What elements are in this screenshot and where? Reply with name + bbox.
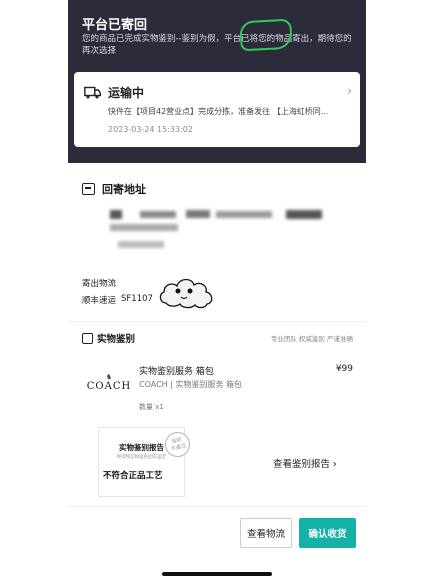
coach-logo-text: COACH — [86, 381, 132, 392]
appraisal-report-thumbnail[interactable]: 实物鉴别报告 经得物实物鉴别团队鉴定 不符合正品工艺 鉴别 不通过 — [98, 427, 193, 497]
product-price: ¥99 — [335, 364, 353, 374]
shipping-detail: 快件在【项目42营业点】完成分拣，准备发往 【上海虹桥同... — [108, 107, 329, 116]
cloud-sticker-icon — [159, 278, 213, 309]
handwritten-circle-annotation — [239, 18, 293, 52]
shipping-time: 2023-03-24 15:33:02 — [108, 125, 193, 134]
censored-address — [110, 224, 178, 231]
shipping-card[interactable]: 运输中 › 快件在【项目42营业点】完成分拣，准备发往 【上海虹桥同... 20… — [74, 72, 360, 147]
view-report-link[interactable]: 查看鉴别报告 › — [273, 456, 337, 470]
shipping-status: 运输中 — [108, 86, 145, 100]
censored-address — [118, 241, 164, 248]
product-quantity: 数量 x1 — [139, 403, 164, 411]
logistics-tracking-number[interactable]: SF1107 — [121, 294, 153, 304]
censored-address — [186, 210, 210, 218]
product-subtitle: COACH | 实物鉴别服务 箱包 — [139, 380, 242, 389]
view-report-label: 查看鉴别报告 — [273, 459, 331, 470]
home-indicator[interactable] — [162, 572, 272, 576]
return-address-title: 回寄地址 — [102, 183, 146, 196]
chevron-right-icon: › — [333, 459, 337, 470]
truck-icon — [84, 86, 101, 99]
appraisal-icon — [82, 333, 93, 344]
appraisal-tags: 专业团队 权威鉴别 严谨准确 — [270, 335, 353, 343]
censored-address — [110, 210, 122, 219]
censored-address — [286, 210, 322, 219]
confirm-receipt-button[interactable]: 确认收货 — [299, 518, 356, 548]
logistics-label: 寄出物流 — [82, 279, 117, 289]
product-name: 实物鉴别服务 箱包 — [139, 367, 214, 377]
section-divider — [68, 321, 366, 322]
censored-address — [140, 211, 176, 218]
report-verdict: 不符合正品工艺 — [103, 471, 163, 481]
view-logistics-button[interactable]: 查看物流 — [240, 518, 292, 548]
chevron-right-icon: › — [347, 84, 352, 98]
appraisal-title: 实物鉴别 — [97, 334, 136, 345]
coach-horse-carriage-icon: ♞ — [105, 373, 113, 381]
status-description: 您的商品已完成实物鉴别--鉴别为假，平台已将您的物品寄出，期待您的再次选择 — [82, 34, 352, 56]
section-divider — [68, 506, 366, 507]
status-header: 平台已寄回 您的商品已完成实物鉴别--鉴别为假，平台已将您的物品寄出，期待您的再… — [68, 0, 366, 163]
logistics-carrier: 顺丰速运 — [82, 296, 117, 306]
return-address-icon — [82, 183, 95, 195]
coach-logo: ♞ COACH — [86, 373, 132, 392]
status-title: 平台已寄回 — [82, 18, 148, 33]
censored-address — [216, 211, 272, 218]
